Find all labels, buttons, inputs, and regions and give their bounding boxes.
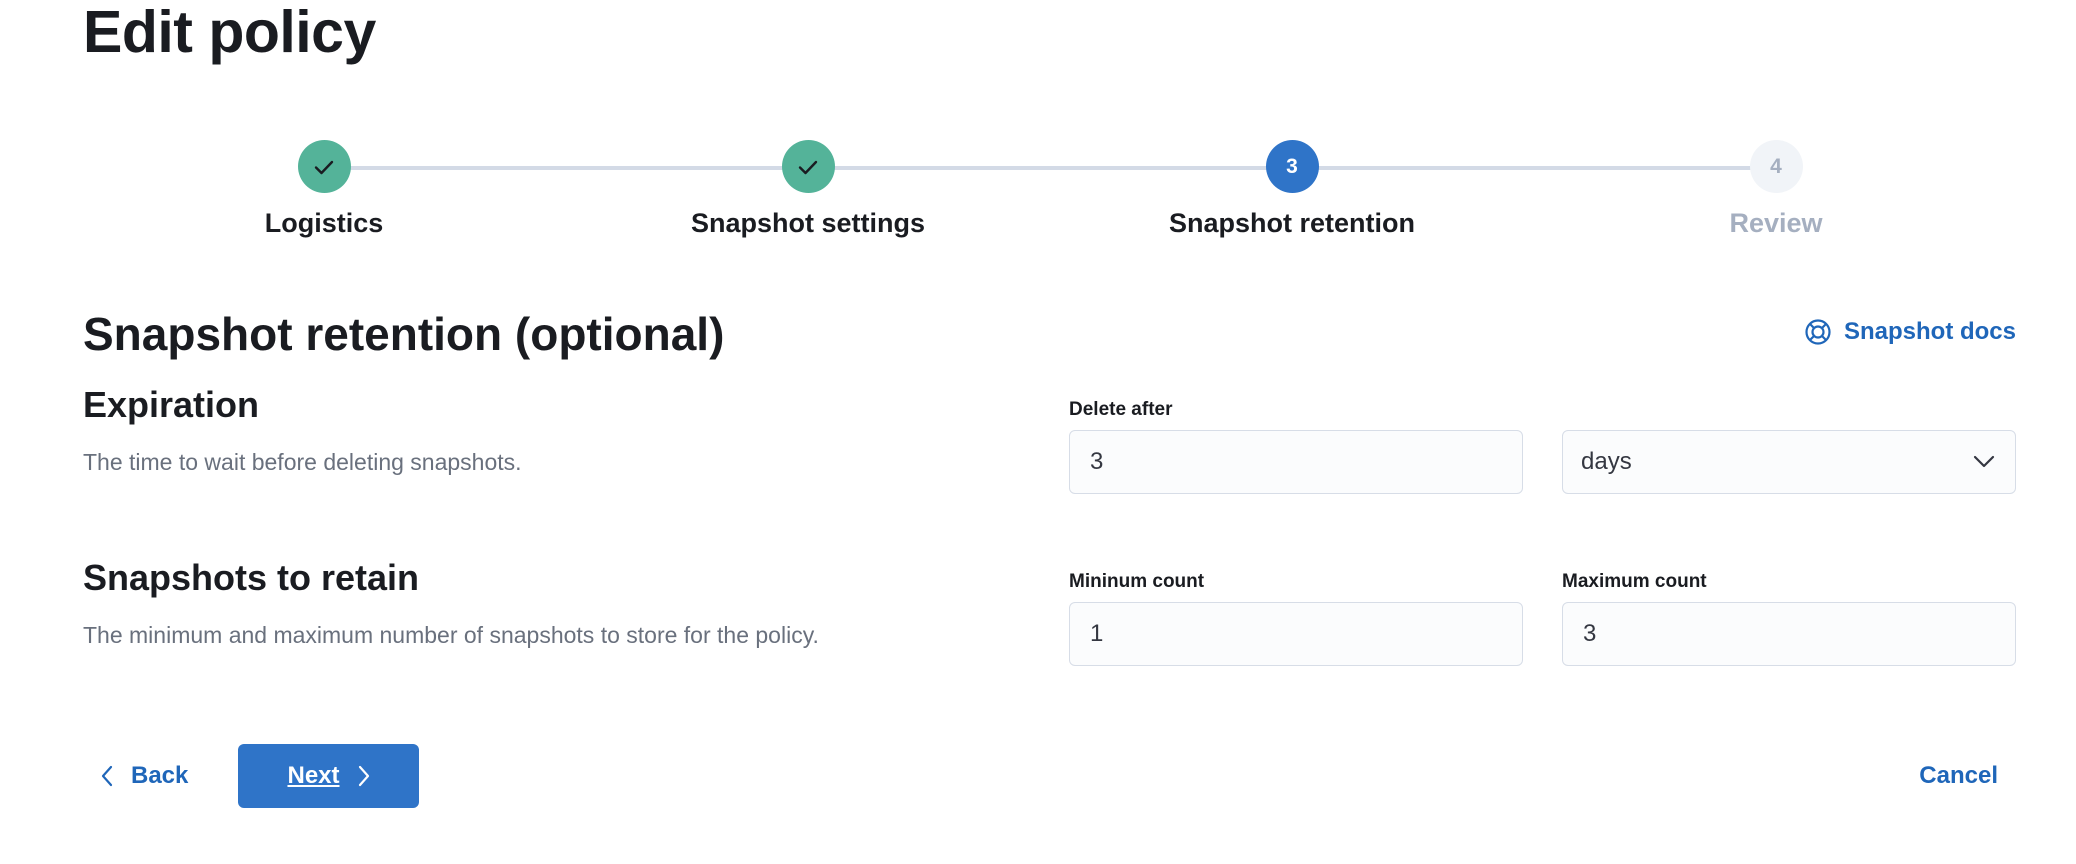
expiration-description: The time to wait before deleting snapsho… <box>83 449 522 475</box>
step-snapshot-retention[interactable]: 3 Snapshot retention <box>1052 140 1532 243</box>
check-icon <box>314 160 334 174</box>
delete-after-unit-value: days <box>1581 448 1632 475</box>
step-snapshot-settings[interactable]: Snapshot settings <box>568 140 1048 243</box>
delete-after-input[interactable] <box>1069 430 1523 494</box>
page-title: Edit policy <box>83 0 376 65</box>
step-label: Snapshot settings <box>690 208 926 238</box>
snapshots-to-retain-description: The minimum and maximum number of snapsh… <box>83 622 819 648</box>
step-complete-indicator <box>297 140 351 193</box>
chevron-left-icon <box>101 765 113 787</box>
step-review: 4 Review <box>1536 140 2016 243</box>
maximum-count-label: Maximum count <box>1562 571 1707 592</box>
step-label: Snapshot retention <box>1168 208 1415 238</box>
next-label: Next <box>287 762 340 789</box>
cancel-button[interactable]: Cancel <box>1919 744 1998 808</box>
chevron-right-icon <box>358 765 369 787</box>
snapshot-docs-link[interactable]: Snapshot docs <box>1804 318 2016 346</box>
snapshot-docs-label: Snapshot docs <box>1843 318 2016 345</box>
chevron-down-icon <box>1973 455 1995 468</box>
check-icon <box>798 160 818 174</box>
step-label: Logistics <box>264 208 384 238</box>
step-complete-indicator <box>781 140 835 193</box>
delete-after-unit-select[interactable]: days <box>1562 430 2016 494</box>
step-logistics[interactable]: Logistics <box>84 140 564 243</box>
step-label: Review <box>1729 208 1823 238</box>
snapshots-to-retain-title: Snapshots to retain <box>83 557 420 598</box>
expiration-title: Expiration <box>83 384 260 425</box>
help-lifebuoy-icon <box>1805 319 1831 345</box>
next-button[interactable]: Next <box>238 744 419 808</box>
step-number: 4 <box>1749 140 1803 193</box>
delete-after-label: Delete after <box>1069 399 1173 420</box>
minimum-count-label: Mininum count <box>1069 571 1205 592</box>
section-title: Snapshot retention (optional) <box>83 308 725 360</box>
back-button[interactable]: Back <box>83 744 206 808</box>
back-label: Back <box>131 762 189 789</box>
maximum-count-input[interactable] <box>1562 602 2016 666</box>
steps-progress: Logistics Snapshot settings 3 Snapshot r… <box>0 140 2076 250</box>
step-number: 3 <box>1265 140 1319 193</box>
cancel-label: Cancel <box>1919 762 1998 789</box>
minimum-count-input[interactable] <box>1069 602 1523 666</box>
